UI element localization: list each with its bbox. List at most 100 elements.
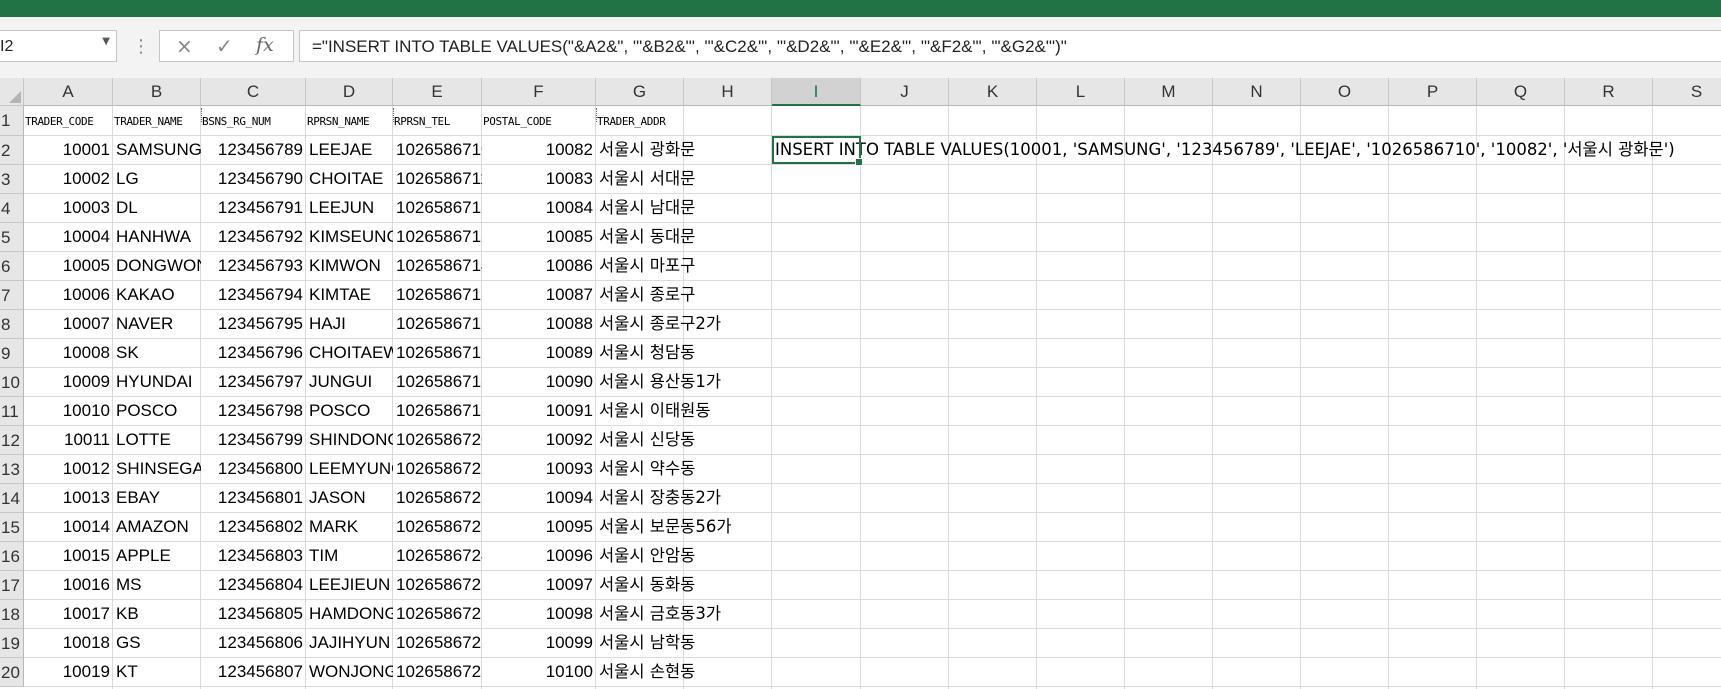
row-header-16[interactable]: 16 — [0, 542, 24, 571]
header-cell-postal-code[interactable]: POSTAL_CODE — [482, 109, 596, 137]
column-header-j[interactable]: J — [861, 78, 949, 106]
column-header-f[interactable]: F — [482, 78, 596, 106]
cell-c6[interactable]: 123456793 — [201, 252, 306, 280]
cell-e18[interactable]: 1026586726 — [393, 600, 482, 628]
row-header-17[interactable]: 17 — [0, 571, 24, 600]
cell-e14[interactable]: 1026586722 — [393, 484, 482, 512]
cell-f11[interactable]: 10091 — [482, 397, 596, 425]
cell-d10[interactable]: JUNGUI — [306, 368, 393, 396]
cell-f12[interactable]: 10092 — [482, 426, 596, 454]
cell-e10[interactable]: 1026586718 — [393, 368, 482, 396]
cell-b17[interactable]: MS — [113, 571, 201, 599]
cell-f3[interactable]: 10083 — [482, 165, 596, 193]
cell-b8[interactable]: NAVER — [113, 310, 201, 338]
cell-c14[interactable]: 123456801 — [201, 484, 306, 512]
cell-e20[interactable]: 1026586728 — [393, 658, 482, 686]
row-header-6[interactable]: 6 — [0, 252, 24, 281]
cell-e6[interactable]: 1026586714 — [393, 252, 482, 280]
cell-e19[interactable]: 1026586727 — [393, 629, 482, 657]
cell-e15[interactable]: 1026586723 — [393, 513, 482, 541]
cancel-icon[interactable]: × — [176, 34, 193, 58]
header-cell-trader-addr[interactable]: TRADER_ADDR — [596, 109, 684, 137]
cell-g14[interactable]: 서울시 장충동2가 — [596, 484, 721, 512]
cell-c16[interactable]: 123456803 — [201, 542, 306, 570]
cell-b3[interactable]: LG — [113, 165, 201, 193]
cell-f15[interactable]: 10095 — [482, 513, 596, 541]
cell-e4[interactable]: 1026586712 — [393, 194, 482, 222]
cell-d7[interactable]: KIMTAE — [306, 281, 393, 309]
cell-a3[interactable]: 10002 — [24, 165, 113, 193]
column-header-n[interactable]: N — [1213, 78, 1301, 106]
cell-b4[interactable]: DL — [113, 194, 201, 222]
cell-c7[interactable]: 123456794 — [201, 281, 306, 309]
column-header-b[interactable]: B — [113, 78, 201, 106]
cell-b10[interactable]: HYUNDAI — [113, 368, 201, 396]
cell-c4[interactable]: 123456791 — [201, 194, 306, 222]
cell-c13[interactable]: 123456800 — [201, 455, 306, 483]
cell-a17[interactable]: 10016 — [24, 571, 113, 599]
cell-a4[interactable]: 10003 — [24, 194, 113, 222]
cell-d2[interactable]: LEEJAE — [306, 136, 393, 164]
row-header-13[interactable]: 13 — [0, 455, 24, 484]
cell-a13[interactable]: 10012 — [24, 455, 113, 483]
cell-b5[interactable]: HANHWA — [113, 223, 201, 251]
column-header-s[interactable]: S — [1653, 78, 1721, 106]
cell-i2-formula-result[interactable]: INSERT INTO TABLE VALUES(10001, 'SAMSUNG… — [772, 136, 1692, 164]
cell-d15[interactable]: MARK — [306, 513, 393, 541]
cell-c11[interactable]: 123456798 — [201, 397, 306, 425]
cell-d12[interactable]: SHINDONG — [306, 426, 393, 454]
column-header-k[interactable]: K — [949, 78, 1037, 106]
cell-g5[interactable]: 서울시 동대문 — [596, 223, 695, 251]
row-header-2[interactable]: 2 — [0, 136, 24, 165]
cell-e13[interactable]: 1026586721 — [393, 455, 482, 483]
chevron-down-icon[interactable]: ▼ — [102, 36, 110, 47]
cell-c15[interactable]: 123456802 — [201, 513, 306, 541]
cell-c5[interactable]: 123456792 — [201, 223, 306, 251]
header-cell-bsns-rg-num[interactable]: BSNS_RG_NUM — [201, 109, 306, 137]
cell-g13[interactable]: 서울시 약수동 — [596, 455, 695, 483]
row-header-9[interactable]: 9 — [0, 339, 24, 368]
cell-c18[interactable]: 123456805 — [201, 600, 306, 628]
cell-f20[interactable]: 10100 — [482, 658, 596, 686]
cell-g4[interactable]: 서울시 남대문 — [596, 194, 695, 222]
column-header-h[interactable]: H — [684, 78, 772, 106]
cell-d16[interactable]: TIM — [306, 542, 393, 570]
cell-a18[interactable]: 10017 — [24, 600, 113, 628]
cell-d19[interactable]: JAJIHYUN — [306, 629, 393, 657]
row-header-3[interactable]: 3 — [0, 165, 24, 194]
cell-b9[interactable]: SK — [113, 339, 201, 367]
cell-b15[interactable]: AMAZON — [113, 513, 201, 541]
row-header-11[interactable]: 11 — [0, 397, 24, 426]
column-header-c[interactable]: C — [201, 78, 306, 106]
more-options-icon[interactable]: ⋮ — [132, 36, 150, 57]
cell-d13[interactable]: LEEMYUNG — [306, 455, 393, 483]
cell-d6[interactable]: KIMWON — [306, 252, 393, 280]
cell-e5[interactable]: 1026586713 — [393, 223, 482, 251]
cell-c9[interactable]: 123456796 — [201, 339, 306, 367]
cell-b11[interactable]: POSCO — [113, 397, 201, 425]
cell-f7[interactable]: 10087 — [482, 281, 596, 309]
cell-g10[interactable]: 서울시 용산동1가 — [596, 368, 721, 396]
row-header-4[interactable]: 4 — [0, 194, 24, 223]
cell-g7[interactable]: 서울시 종로구 — [596, 281, 695, 309]
row-header-8[interactable]: 8 — [0, 310, 24, 339]
name-box[interactable]: I2 ▼ — [0, 30, 117, 62]
cell-g11[interactable]: 서울시 이태원동 — [596, 397, 711, 425]
cell-g2[interactable]: 서울시 광화문 — [596, 136, 695, 164]
cell-c10[interactable]: 123456797 — [201, 368, 306, 396]
cell-c17[interactable]: 123456804 — [201, 571, 306, 599]
row-header-7[interactable]: 7 — [0, 281, 24, 310]
cell-a16[interactable]: 10015 — [24, 542, 113, 570]
insert-function-icon[interactable]: fx — [256, 34, 274, 56]
cell-f17[interactable]: 10097 — [482, 571, 596, 599]
column-header-r[interactable]: R — [1565, 78, 1653, 106]
cell-g9[interactable]: 서울시 청담동 — [596, 339, 695, 367]
cell-b19[interactable]: GS — [113, 629, 201, 657]
cell-g8[interactable]: 서울시 종로구2가 — [596, 310, 721, 338]
cell-c3[interactable]: 123456790 — [201, 165, 306, 193]
cell-d14[interactable]: JASON — [306, 484, 393, 512]
cell-f13[interactable]: 10093 — [482, 455, 596, 483]
cell-a20[interactable]: 10019 — [24, 658, 113, 686]
row-header-1[interactable]: 1 — [0, 106, 24, 136]
cell-a7[interactable]: 10006 — [24, 281, 113, 309]
